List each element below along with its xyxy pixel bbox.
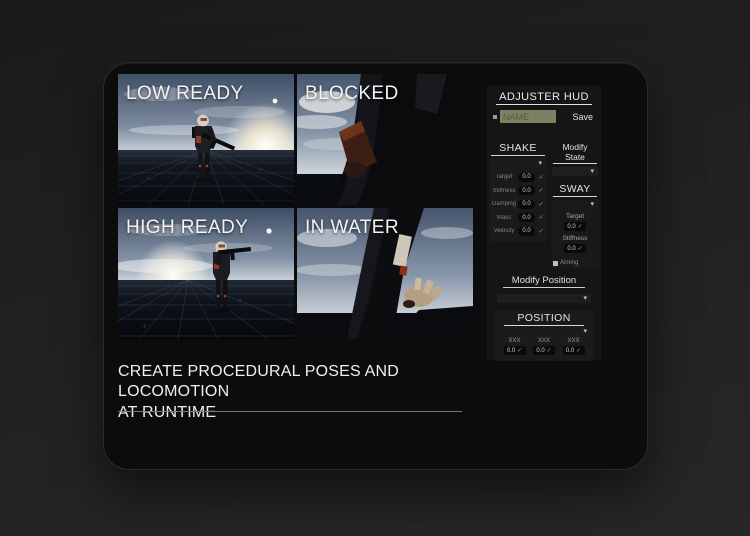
check-icon: ✓ [517,347,522,354]
caption: CREATE PROCEDURAL POSES AND LOCOMOTION A… [118,362,483,423]
axis-2-value-field[interactable]: 0.0 ✓ [533,346,555,355]
viewport-label-low-ready: LOW READY [126,83,244,105]
aiming-checkbox[interactable]: Aiming [553,260,597,266]
shake-row-damping: Damping 0.0 ✓ [492,200,545,209]
viewport-high-ready: HIGH READY [118,208,294,339]
axis-1-value-field[interactable]: 0.0 ✓ [504,346,526,355]
sway-target-value-field[interactable]: 0.0 ✓ [564,222,586,231]
save-button[interactable]: Save [570,112,595,122]
position-header: POSITION [504,312,584,326]
sway-stiffness-label: Stiffness [553,235,597,242]
position-section: POSITION ▾ XXX 0.0 ✓ XXX 0.0 ✓ [494,310,594,361]
target-value-field[interactable]: 0.0 [518,173,535,182]
sway-target-label: Target [553,213,597,220]
modify-position-header: Modify Position [487,275,601,286]
viewport-label-blocked: BLOCKED [305,83,399,105]
viewport-label-high-ready: HIGH READY [126,217,248,239]
check-icon[interactable]: ✓ [537,174,545,181]
bullet-icon [493,115,497,119]
shake-row-velocity: Velocity 0.0 ✓ [492,227,545,236]
checkbox-icon[interactable] [553,261,558,266]
modify-state-header: Modify State [553,142,597,164]
shake-row-target: Target 0.0 ✓ [492,173,545,182]
tablet-frame: LOW READY [103,62,648,470]
caption-line1: CREATE PROCEDURAL POSES AND LOCOMOTION [118,362,483,403]
position-dropdown[interactable]: ▾ [496,327,592,336]
modify-state-dropdown[interactable]: ▾ [551,166,599,177]
name-input[interactable] [500,110,556,123]
viewport-blocked: BLOCKED [297,74,473,205]
chevron-down-icon: ▾ [590,168,594,175]
hud-title-underline [496,104,592,105]
chevron-down-icon: ▾ [583,295,587,302]
shake-dropdown[interactable]: ▾ [491,159,545,168]
mass-value-field[interactable]: 0.0 [518,213,535,222]
modify-state-sway-section: Modify State ▾ SWAY ▾ Target 0.0 ✓ [551,142,599,268]
position-axis-1: XXX 0.0 ✓ [504,338,526,355]
chevron-down-icon[interactable]: ▾ [538,160,542,167]
adjuster-hud-panel: ADJUSTER HUD Save SHAKE ▾ Target 0.0 ✓ [487,86,601,360]
shake-row-stiffness: Stiffness 0.0 ✓ [492,186,545,195]
sway-stiffness-value-field[interactable]: 0.0 ✓ [564,244,586,253]
viewport-in-water: IN WATER [297,208,473,339]
check-icon[interactable]: ✓ [537,201,545,208]
aiming-label: Aiming [560,260,578,266]
axis-3-value-field[interactable]: 0.0 ✓ [563,346,585,355]
damping-value-field[interactable]: 0.0 [518,200,535,209]
check-icon[interactable]: ✓ [537,214,545,221]
lens-flare-dot [266,228,271,233]
viewport-grid: LOW READY [118,74,473,339]
shake-section: SHAKE ▾ Target 0.0 ✓ Stiffness 0.0 ✓ [489,142,547,268]
shake-row-mass: Mass 0.0 ✓ [492,213,545,222]
velocity-value-field[interactable]: 0.0 [518,227,535,236]
lens-flare-dot [273,99,278,104]
name-row: Save [493,110,595,123]
position-axis-2: XXX 0.0 ✓ [533,338,555,355]
chevron-down-icon[interactable]: ▾ [590,201,594,208]
check-icon: ✓ [547,347,552,354]
shake-header: SHAKE [491,142,545,156]
hud-title: ADJUSTER HUD [487,91,601,103]
check-icon[interactable]: ✓ [537,228,545,235]
caption-line2: AT RUNTIME [118,403,483,423]
caption-underline [118,411,462,412]
stiffness-value-field[interactable]: 0.0 [518,186,535,195]
check-icon: ✓ [578,223,583,230]
check-icon: ✓ [578,245,583,252]
viewport-low-ready: LOW READY [118,74,294,205]
check-icon: ✓ [576,347,581,354]
modify-position-dropdown[interactable]: ▾ [496,293,592,304]
viewport-label-in-water: IN WATER [305,217,399,239]
check-icon[interactable]: ✓ [537,187,545,194]
sway-dropdown[interactable]: ▾ [553,200,597,209]
floor [118,280,294,339]
sway-header: SWAY [553,183,597,197]
modify-position-underline [503,287,585,288]
chevron-down-icon[interactable]: ▾ [583,328,587,335]
position-axis-3: XXX 0.0 ✓ [563,338,585,355]
